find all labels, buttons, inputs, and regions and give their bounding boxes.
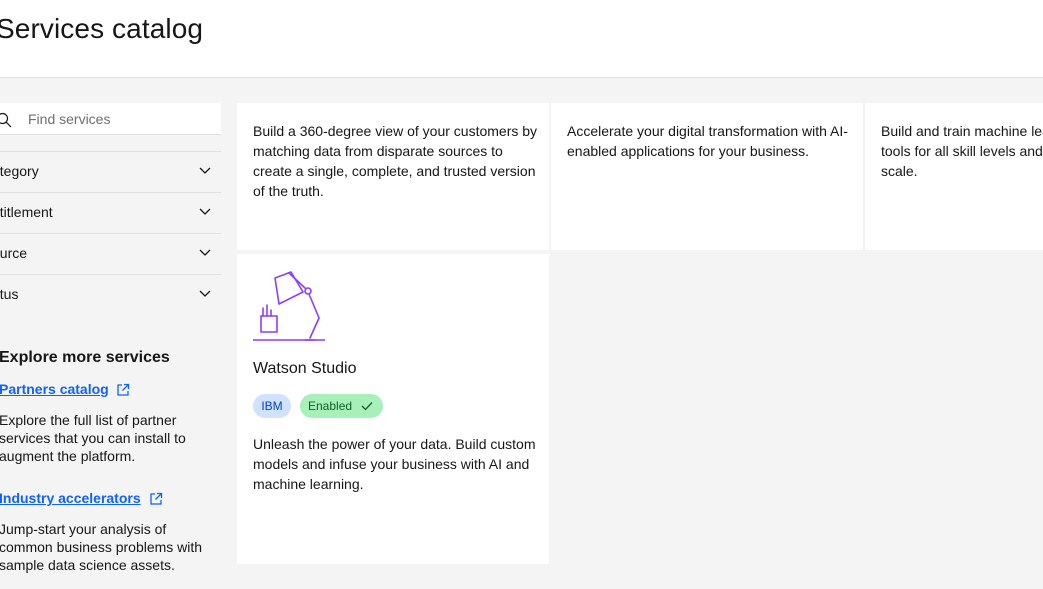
card-description: Unleash the power of your data. Build cu… bbox=[253, 436, 536, 492]
card-description: Build and train machine learning models … bbox=[881, 123, 1043, 179]
ibm-tag: IBM bbox=[253, 394, 291, 418]
service-card[interactable]: Accelerate your digital transformation w… bbox=[551, 103, 863, 250]
page-header: Services catalog bbox=[0, 0, 1043, 78]
chevron-down-icon bbox=[199, 249, 211, 256]
filter-sidebar: ategory ntitlement ource atus Explore mo… bbox=[0, 79, 222, 589]
search-input[interactable] bbox=[28, 103, 216, 134]
card-title: Watson Studio bbox=[253, 360, 357, 377]
filter-label: ource bbox=[0, 245, 28, 261]
explore-heading: Explore more services bbox=[0, 349, 170, 366]
filter-label: ntitlement bbox=[0, 204, 53, 220]
desk-lamp-icon bbox=[253, 271, 325, 341]
external-link-icon[interactable] bbox=[116, 383, 130, 397]
chevron-down-icon bbox=[199, 290, 211, 297]
checkmark-icon bbox=[361, 402, 373, 411]
filter-status[interactable]: atus bbox=[0, 274, 221, 315]
service-card-watson-studio[interactable]: Watson Studio IBM Enabled Unleash the po… bbox=[237, 254, 549, 564]
chevron-down-icon bbox=[199, 208, 211, 215]
service-card[interactable]: Build a 360-degree view of your customer… bbox=[237, 103, 549, 250]
chevron-down-icon bbox=[199, 167, 211, 174]
page-title: Services catalog bbox=[0, 13, 204, 44]
external-link-icon[interactable] bbox=[149, 492, 163, 506]
search-icon bbox=[0, 112, 12, 128]
filter-category[interactable]: ategory bbox=[0, 151, 221, 192]
filter-label: atus bbox=[0, 286, 19, 302]
filter-entitlement[interactable]: ntitlement bbox=[0, 192, 221, 233]
filter-source[interactable]: ource bbox=[0, 233, 221, 274]
partners-catalog-description: Explore the full list of partner service… bbox=[0, 412, 186, 464]
partners-catalog-link[interactable]: Partners catalog bbox=[0, 381, 109, 397]
badge-label: Enabled bbox=[308, 399, 353, 413]
filter-label: ategory bbox=[0, 163, 39, 179]
service-card[interactable]: Build and train machine learning models … bbox=[865, 103, 1043, 250]
card-description: Accelerate your digital transformation w… bbox=[567, 123, 848, 159]
industry-accelerators-description: Jump-start your analysis of common busin… bbox=[0, 521, 203, 573]
search-box[interactable] bbox=[0, 103, 221, 135]
enabled-status-badge: Enabled bbox=[300, 394, 383, 418]
industry-accelerators-link[interactable]: Industry accelerators bbox=[0, 490, 141, 506]
card-description: Build a 360-degree view of your customer… bbox=[253, 123, 538, 199]
